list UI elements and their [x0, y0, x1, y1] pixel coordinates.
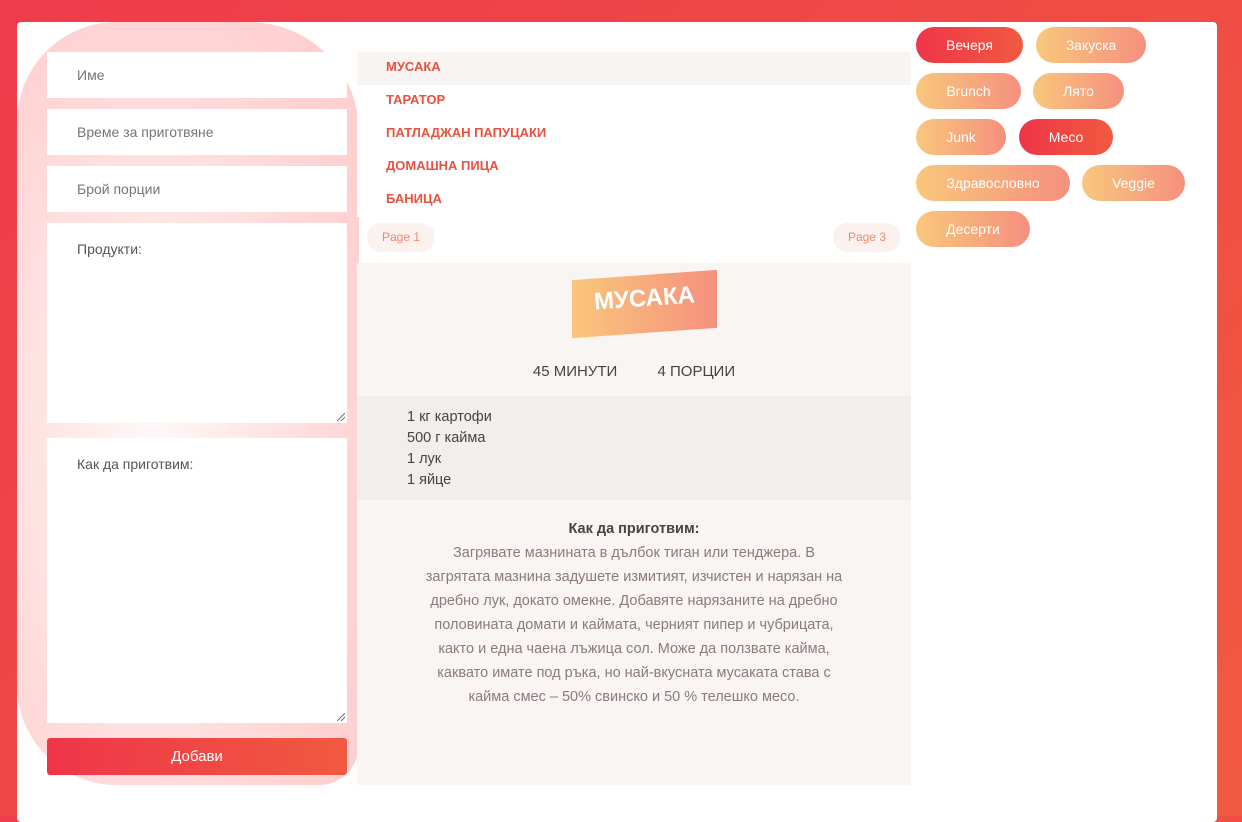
tag-button[interactable]: Veggie	[1082, 165, 1185, 201]
pagination: Page 1 Page 3	[357, 217, 911, 263]
recipe-meta: 45 МИНУТИ 4 ПОРЦИИ	[357, 363, 911, 380]
tag-button[interactable]: Месо	[1019, 119, 1113, 155]
tag-button[interactable]: Лято	[1033, 73, 1124, 109]
prev-page-button[interactable]: Page 1	[367, 223, 436, 252]
add-button[interactable]: Добави	[47, 738, 347, 775]
tag-button[interactable]: Десерти	[916, 211, 1030, 247]
products-textarea[interactable]: Продукти:	[47, 223, 347, 423]
resize-grip-icon[interactable]	[337, 413, 345, 421]
howto-heading: Как да приготвим:	[568, 521, 700, 537]
portions-input[interactable]	[47, 166, 347, 212]
tag-button[interactable]: Здравословно	[916, 165, 1070, 201]
howto-section: Как да приготвим: Загрявате мазнината в …	[357, 521, 911, 709]
ingredient-item: 1 яйце	[407, 472, 452, 488]
tag-button[interactable]: Brunch	[916, 73, 1021, 109]
tag-button[interactable]: Вечеря	[916, 27, 1023, 63]
ingredient-item: 1 лук	[407, 451, 442, 467]
ingredient-item: 1 кг картофи	[407, 409, 492, 425]
ingredient-item: 500 г кайма	[407, 430, 486, 446]
howto-textarea[interactable]: Как да приготвим:	[47, 438, 347, 723]
recipe-list-item[interactable]: МУСАКА	[357, 52, 911, 85]
recipe-list-item[interactable]: ПАТЛАДЖАН ПАПУЦАКИ	[357, 118, 911, 151]
tag-button[interactable]: Junk	[916, 119, 1006, 155]
recipe-list-item[interactable]: БАНИЦА	[357, 184, 911, 217]
howto-placeholder: Как да приготвим:	[77, 456, 194, 472]
recipes-column: МУСАКА ТАРАТОР ПАТЛАДЖАН ПАПУЦАКИ ДОМАШНА П…	[357, 52, 911, 785]
recipe-portions: 4 ПОРЦИИ	[657, 363, 736, 380]
recipe-list-item[interactable]: ТАРАТОР	[357, 85, 911, 118]
howto-text: Загрявате мазнината в дълбок тиган или т…	[425, 545, 843, 705]
name-input[interactable]	[47, 52, 347, 98]
products-placeholder: Продукти:	[77, 241, 142, 257]
main-card: Продукти: Как да приготвим: Добави МУСАК…	[17, 22, 1217, 822]
recipe-list-item[interactable]: ДОМАШНА ПИЦА	[357, 151, 911, 184]
recipe-detail: МУСАКА 45 МИНУТИ 4 ПОРЦИИ 1 кг картофи 50…	[357, 263, 911, 785]
recipe-list: МУСАКА ТАРАТОР ПАТЛАДЖАН ПАПУЦАКИ ДОМАШНА П…	[357, 52, 911, 217]
recipe-time: 45 МИНУТИ	[532, 363, 618, 380]
resize-grip-icon[interactable]	[337, 713, 345, 721]
ingredients-list: 1 кг картофи 500 г кайма 1 лук 1 яйце	[357, 396, 911, 500]
tag-button[interactable]: Закуска	[1036, 27, 1146, 63]
next-page-button[interactable]: Page 3	[832, 223, 901, 252]
time-input[interactable]	[47, 109, 347, 155]
add-recipe-form: Продукти: Как да приготвим:	[47, 52, 347, 723]
